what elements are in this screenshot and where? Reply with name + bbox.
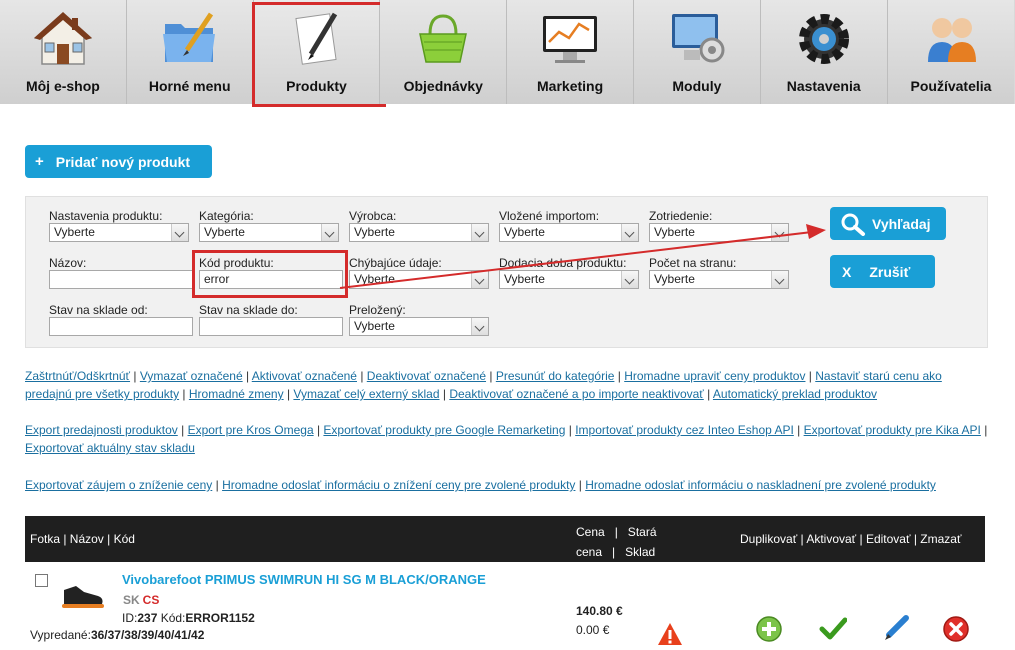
action-link[interactable]: Importovať produkty cez Inteo Eshop API <box>575 423 794 437</box>
export-links: Export predajnosti produktov | Export pr… <box>25 423 988 455</box>
bulk-actions-links: Zaštrtnúť/Odškrtnúť | Vymazať označené |… <box>25 369 942 401</box>
table-header: Fotka | Názov | Kód Cena | Stará cena | … <box>25 516 985 562</box>
action-link[interactable]: Deaktivovať označené a po importe neakti… <box>449 387 703 401</box>
edit-pencil-icon[interactable] <box>882 615 910 643</box>
col-photo-name-code: Fotka | Názov | Kód <box>30 532 135 546</box>
product-price: 140.80 € <box>576 604 623 618</box>
product-name-link[interactable]: Vivobarefoot PRIMUS SWIMRUN HI SG M BLAC… <box>122 572 486 587</box>
action-link[interactable]: Exportovať záujem o zníženie ceny <box>25 478 212 492</box>
product-languages: SK CS <box>123 593 159 607</box>
col-price-stock: Cena | Stará cena | Sklad <box>576 525 657 559</box>
row-checkbox[interactable] <box>35 574 48 587</box>
action-link[interactable]: Zaštrtnúť/Odškrtnúť <box>25 369 130 383</box>
action-link[interactable]: Automatický preklad produktov <box>713 387 877 401</box>
action-link[interactable]: Exportovať produkty pre Google Remarketi… <box>323 423 565 437</box>
duplicate-plus-icon[interactable] <box>755 615 783 643</box>
delete-x-icon[interactable] <box>942 615 970 643</box>
action-link[interactable]: Presunúť do kategórie <box>496 369 615 383</box>
product-sold-out-sizes: Vypredané:36/37/38/39/40/41/42 <box>30 628 205 642</box>
activate-check-icon[interactable] <box>819 615 847 643</box>
action-link[interactable]: Exportovať produkty pre Kika API <box>804 423 981 437</box>
action-link[interactable]: Hromadne odoslať informáciu o naskladnen… <box>585 478 936 492</box>
col-actions: Duplikovať | Aktivovať | Editovať | Zmaz… <box>740 532 962 546</box>
action-link[interactable]: Vymazať označené <box>140 369 243 383</box>
action-link[interactable]: Deaktivovať označené <box>367 369 486 383</box>
product-thumbnail <box>62 586 104 608</box>
action-link[interactable]: Hromadné zmeny <box>189 387 284 401</box>
action-link[interactable]: Vymazať celý externý sklad <box>293 387 439 401</box>
action-link[interactable]: Aktivovať označené <box>252 369 357 383</box>
action-link[interactable]: Exportovať aktuálny stav skladu <box>25 441 195 455</box>
notification-links: Exportovať záujem o zníženie ceny | Hrom… <box>25 478 936 492</box>
product-old-price: 0.00 € <box>576 623 610 637</box>
action-link[interactable]: Export pre Kros Omega <box>188 423 314 437</box>
lang-sk[interactable]: SK <box>123 593 140 607</box>
action-link[interactable]: Hromadne odoslať informáciu o znížení ce… <box>222 478 575 492</box>
action-link[interactable]: Hromadne upraviť ceny produktov <box>624 369 805 383</box>
warning-icon <box>658 623 682 645</box>
lang-cs[interactable]: CS <box>143 593 160 607</box>
table-row: Vivobarefoot PRIMUS SWIMRUN HI SG M BLAC… <box>25 562 985 650</box>
product-id-code: ID:237 Kód:ERROR1152 <box>122 611 255 625</box>
action-link[interactable]: Export predajnosti produktov <box>25 423 178 437</box>
